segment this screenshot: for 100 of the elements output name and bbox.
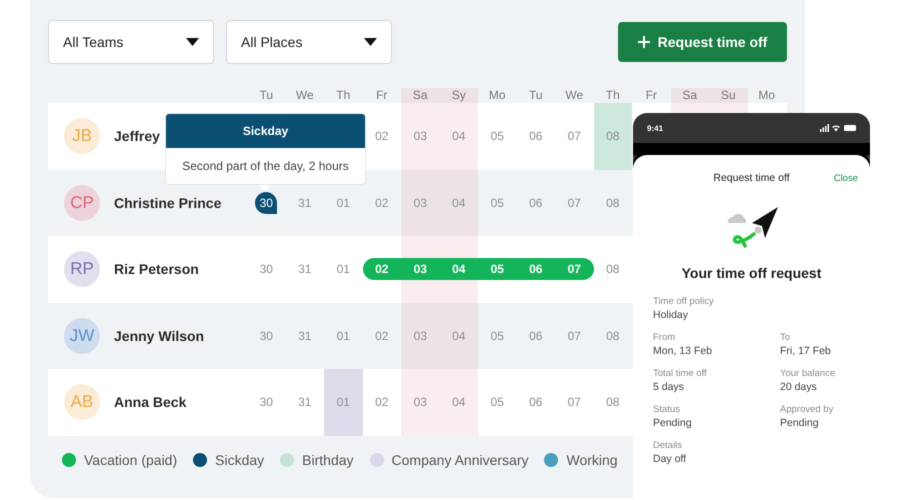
weekday-label: Tu bbox=[528, 88, 544, 103]
field-value: Mon, 13 Feb bbox=[653, 344, 713, 359]
field-label: To bbox=[780, 331, 792, 344]
day-number: 06 bbox=[529, 328, 542, 343]
avatar: RP bbox=[64, 251, 100, 288]
day-number: 02 bbox=[375, 129, 388, 144]
vacation-day: 04 bbox=[440, 258, 478, 280]
day-number: 02 bbox=[375, 328, 388, 343]
day-number: 04 bbox=[452, 328, 466, 343]
status-icons bbox=[820, 124, 856, 132]
vacation-day: 03 bbox=[401, 258, 440, 280]
day-number: 03 bbox=[414, 328, 427, 343]
legend-label: Vacation (paid) bbox=[84, 452, 178, 468]
field-value: Day off bbox=[653, 452, 688, 467]
caret-icon bbox=[186, 38, 199, 46]
field-value: 5 days bbox=[653, 380, 685, 395]
filter-dropdown[interactable]: All Teams bbox=[48, 20, 214, 64]
legend-label: Birthday bbox=[302, 452, 354, 468]
day-number: 31 bbox=[298, 395, 312, 410]
field-value: Holiday bbox=[653, 308, 690, 323]
day-number: 06 bbox=[529, 196, 542, 210]
avatar: JB bbox=[64, 118, 100, 154]
field-label: Approved by bbox=[780, 403, 834, 416]
day-number: 05 bbox=[490, 129, 504, 144]
avatar: JW bbox=[64, 318, 100, 354]
anniversary-day: 01 bbox=[324, 369, 362, 436]
member-name: Anna Beck bbox=[114, 394, 186, 410]
weekday-label: Mo bbox=[488, 88, 507, 103]
weekday-label: Th bbox=[335, 88, 352, 103]
day-number: 08 bbox=[606, 196, 620, 210]
avatar: CP bbox=[64, 184, 100, 221]
day-number: 06 bbox=[529, 129, 542, 144]
day-number: 08 bbox=[606, 262, 620, 276]
day-number: 08 bbox=[606, 395, 620, 410]
field-value: Pending bbox=[780, 416, 820, 431]
weekday-label: Th bbox=[604, 88, 621, 103]
vacation-day: 06 bbox=[516, 258, 555, 280]
filter-dropdown[interactable]: All Places bbox=[226, 20, 392, 64]
request-heading: Your time off request bbox=[680, 265, 822, 281]
day-number: 07 bbox=[568, 196, 581, 210]
tooltip-title: Sickday bbox=[166, 114, 365, 148]
status-time: 9:41 bbox=[647, 124, 664, 132]
weekday-label: Mo bbox=[757, 88, 776, 103]
day-number: 01 bbox=[336, 196, 350, 210]
tooltip-text: Second part of the day, 2 hours bbox=[181, 158, 350, 175]
day-number: 04 bbox=[452, 395, 466, 410]
day-number: 02 bbox=[375, 196, 388, 210]
member-name: Jeffrey bbox=[114, 128, 160, 144]
sickday-marker: 30 bbox=[255, 192, 278, 214]
weekday-label: Sa bbox=[670, 88, 709, 103]
day-number: 30 bbox=[260, 395, 273, 410]
avatar: AB bbox=[64, 384, 100, 420]
day-number: 07 bbox=[568, 395, 581, 410]
close-link[interactable]: Close bbox=[834, 172, 858, 184]
field-value: 20 days bbox=[780, 380, 818, 395]
day-number: 31 bbox=[298, 196, 312, 210]
day-number: 02 bbox=[375, 395, 388, 410]
day-number: 31 bbox=[298, 328, 312, 343]
day-number: 30 bbox=[260, 262, 273, 276]
plus-icon bbox=[638, 36, 650, 48]
day-number: 03 bbox=[414, 129, 427, 144]
field-value: Fri, 17 Feb bbox=[780, 344, 832, 359]
field-label: Details bbox=[653, 439, 684, 452]
weekday-label: Fr bbox=[644, 88, 658, 103]
legend-label: Sickday bbox=[215, 452, 264, 468]
field-label: Time off policy bbox=[653, 295, 715, 308]
day-number: 01 bbox=[336, 328, 350, 343]
day-number: 01 bbox=[336, 262, 350, 276]
legend-label: Working bbox=[566, 452, 618, 468]
day-number: 07 bbox=[568, 328, 581, 343]
day-number: 04 bbox=[452, 129, 466, 144]
member-name: Christine Prince bbox=[114, 194, 222, 211]
weekday-label: Tu bbox=[258, 88, 274, 103]
weekday-label: We bbox=[294, 88, 315, 103]
day-number: 06 bbox=[529, 395, 542, 410]
day-number: 03 bbox=[414, 395, 427, 410]
legend-label: Company Anniversary bbox=[392, 452, 528, 468]
member-name: Riz Peterson bbox=[114, 261, 199, 278]
field-label: Status bbox=[653, 403, 681, 416]
weekday-label: Sa bbox=[401, 88, 440, 103]
caret-icon bbox=[364, 38, 377, 46]
field-label: From bbox=[653, 331, 676, 344]
weekday-label: Fr bbox=[375, 88, 388, 103]
day-number: 03 bbox=[414, 196, 427, 210]
weekday-label: We bbox=[564, 88, 584, 103]
request-time-off-button[interactable]: Request time off bbox=[618, 22, 787, 62]
weekday-label: Su bbox=[709, 88, 748, 103]
member-name: Jenny Wilson bbox=[114, 328, 204, 344]
vacation-day: 05 bbox=[478, 258, 516, 280]
day-number: 04 bbox=[452, 196, 466, 210]
sheet-title: Request time off bbox=[713, 172, 790, 184]
field-label: Your balance bbox=[780, 367, 836, 380]
weekday-label: Sy bbox=[440, 88, 478, 103]
day-number: 05 bbox=[490, 395, 504, 410]
day-number: 31 bbox=[298, 262, 312, 276]
day-number: 07 bbox=[568, 129, 581, 144]
day-number: 08 bbox=[606, 328, 620, 343]
vacation-day: 07 bbox=[555, 258, 594, 280]
field-value: Pending bbox=[653, 416, 693, 431]
vacation-day: 02 bbox=[362, 258, 401, 280]
